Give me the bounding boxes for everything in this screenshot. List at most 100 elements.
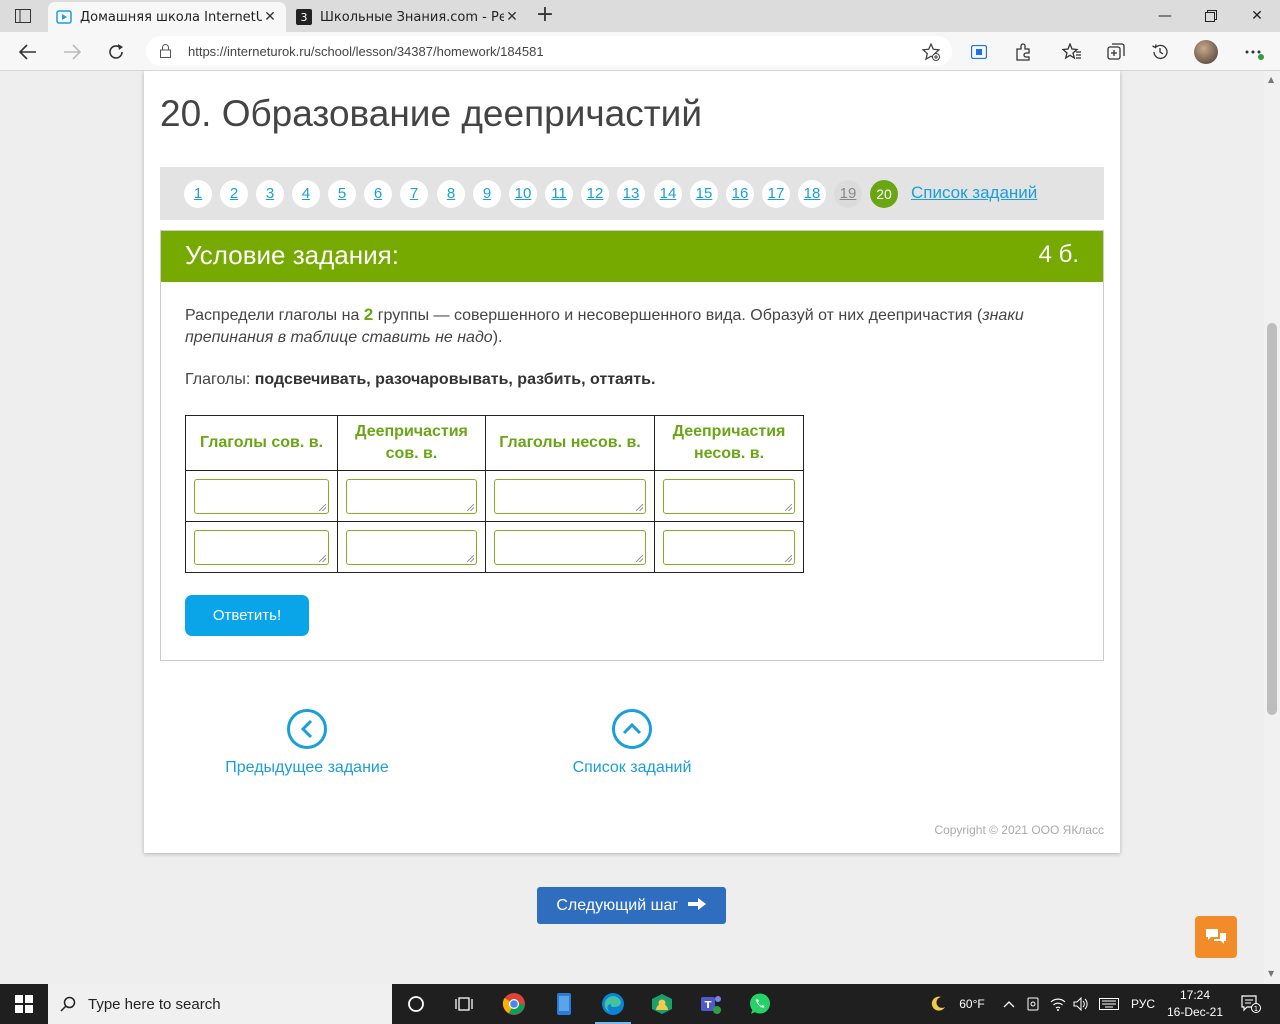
chevron-up-icon[interactable]	[998, 984, 1020, 1024]
teams-icon[interactable]: T	[687, 984, 735, 1024]
task-number-19[interactable]: 19	[834, 180, 862, 208]
edge-icon[interactable]	[589, 984, 637, 1024]
tab-znania[interactable]: 3 Школьные Знания.com - Решае ✕	[288, 2, 528, 32]
browser-toolbar: https://interneturok.ru/school/lesson/34…	[0, 32, 1280, 71]
screen-capture-icon[interactable]	[967, 40, 991, 64]
app-icon[interactable]	[638, 984, 686, 1024]
keyboard-icon[interactable]	[1096, 984, 1122, 1024]
minimize-icon[interactable]: —	[1142, 0, 1188, 32]
task-number-11[interactable]: 11	[545, 180, 573, 208]
answer-input[interactable]	[663, 478, 795, 514]
clock[interactable]: 17:24 16-Dec-21	[1166, 987, 1224, 1021]
task-number-18[interactable]: 18	[798, 180, 826, 208]
column-header: Деепричастия несов. в.	[654, 415, 804, 471]
task-number-5[interactable]: 5	[328, 180, 356, 208]
notification-center-icon[interactable]: 1	[1234, 984, 1268, 1024]
weather-moon-icon[interactable]	[926, 984, 950, 1024]
add-favorite-icon[interactable]	[921, 42, 941, 65]
task-view-icon[interactable]	[440, 984, 488, 1024]
profile-avatar[interactable]	[1194, 40, 1218, 64]
task-list-bottom-link[interactable]: Список заданий	[564, 709, 700, 777]
restore-icon[interactable]	[1188, 0, 1234, 32]
task-number-10[interactable]: 10	[509, 180, 537, 208]
task-number-7[interactable]: 7	[400, 180, 428, 208]
answer-input[interactable]	[346, 478, 477, 514]
windows-start-icon[interactable]	[0, 984, 48, 1024]
lock-icon[interactable]	[160, 44, 174, 58]
task-number-15[interactable]: 15	[690, 180, 718, 208]
submit-answer-button[interactable]: Ответить!	[185, 595, 309, 636]
taskbar-search-box[interactable]: Type here to search	[48, 984, 392, 1024]
answer-input[interactable]	[663, 529, 795, 565]
tab-actions-icon[interactable]	[10, 5, 36, 27]
extensions-icon[interactable]	[1011, 40, 1035, 64]
task-list-label[interactable]: Список заданий	[573, 759, 692, 776]
column-header: Деепричастия сов. в.	[337, 415, 486, 471]
task-number-20[interactable]: 20	[870, 180, 898, 208]
close-tab-icon[interactable]: ✕	[262, 9, 278, 25]
condition-title: Условие задания:	[185, 240, 399, 270]
condition-header: Условие задания: 4 б.	[161, 231, 1103, 282]
task-number-1[interactable]: 1	[184, 180, 212, 208]
scroll-down-icon[interactable]: ▼	[1268, 969, 1274, 978]
task-condition-box: Условие задания: 4 б. Распредели глаголы…	[160, 230, 1104, 661]
task-number-14[interactable]: 14	[654, 180, 682, 208]
task-number-2[interactable]: 2	[220, 180, 248, 208]
close-window-icon[interactable]: ✕	[1234, 0, 1280, 32]
column-header: Глаголы сов. в.	[185, 415, 338, 471]
language-indicator[interactable]: РУС	[1126, 984, 1160, 1024]
tab-interneturok[interactable]: Домашняя школа InternetUrok.r ✕	[48, 2, 286, 32]
task-number-3[interactable]: 3	[256, 180, 284, 208]
settings-more-icon[interactable]	[1242, 40, 1266, 64]
answer-input[interactable]	[194, 529, 329, 565]
notification-count: 1	[1254, 1005, 1258, 1013]
table-row	[185, 521, 804, 573]
close-tab-icon[interactable]: ✕	[504, 9, 520, 25]
favorites-icon[interactable]	[1060, 40, 1084, 64]
task-list-link[interactable]: Список заданий	[911, 183, 1037, 203]
points-badge: 4 б.	[1038, 241, 1079, 268]
previous-task-label[interactable]: Предыдущее задание	[225, 759, 388, 776]
task-number-6[interactable]: 6	[364, 180, 392, 208]
chevron-up-icon[interactable]	[612, 709, 652, 749]
scroll-up-icon[interactable]: ▲	[1268, 75, 1274, 84]
task-number-12[interactable]: 12	[581, 180, 609, 208]
task-number-8[interactable]: 8	[437, 180, 465, 208]
weather-temp[interactable]: 60°F	[952, 984, 992, 1024]
task-number-9[interactable]: 9	[473, 180, 501, 208]
copyright: Copyright © 2021 ООО ЯКласс	[934, 823, 1104, 837]
chrome-icon[interactable]	[490, 984, 538, 1024]
refresh-icon[interactable]	[102, 38, 130, 66]
wifi-icon[interactable]	[1046, 984, 1070, 1024]
answer-input[interactable]	[494, 529, 646, 565]
answer-input[interactable]	[346, 529, 477, 565]
next-step-button[interactable]: Следующий шаг	[537, 887, 726, 924]
phone-app-icon[interactable]	[540, 984, 588, 1024]
answer-input[interactable]	[494, 478, 646, 514]
page-title: 20. Образование деепричастий	[160, 93, 702, 134]
scrollbar-thumb[interactable]	[1267, 323, 1277, 715]
cortana-icon[interactable]	[392, 984, 440, 1024]
device-icon[interactable]	[1022, 984, 1044, 1024]
task-number-16[interactable]: 16	[726, 180, 754, 208]
groups-count: 2	[363, 305, 374, 324]
task-number-13[interactable]: 13	[617, 180, 645, 208]
page-scrollbar[interactable]: ▲ ▼	[1264, 71, 1280, 984]
task-number-4[interactable]: 4	[292, 180, 320, 208]
task-number-nav: 1 2 3 4 5 6 7 8 9 10 11 12 13 14 15 16 17 18 19 20 Список за…	[160, 167, 1104, 220]
collections-icon[interactable]	[1104, 40, 1128, 64]
volume-icon[interactable]	[1070, 984, 1092, 1024]
address-bar[interactable]: https://interneturok.ru/school/lesson/34…	[146, 36, 952, 66]
previous-task-link[interactable]: Предыдущее задание	[222, 709, 392, 777]
new-tab-icon[interactable]: +	[534, 4, 556, 27]
history-icon[interactable]	[1148, 40, 1172, 64]
chat-icon[interactable]	[1195, 916, 1237, 958]
back-icon[interactable]	[14, 38, 42, 66]
task-number-17[interactable]: 17	[762, 180, 790, 208]
task-text-part: группы — совершенного и несовершенного в…	[373, 307, 983, 324]
forward-icon[interactable]	[58, 38, 86, 66]
answer-input[interactable]	[194, 478, 329, 514]
whatsapp-icon[interactable]	[736, 984, 784, 1024]
chevron-left-icon[interactable]	[287, 709, 327, 749]
tab-strip: Домашняя школа InternetUrok.r ✕ 3 Школьн…	[0, 0, 1280, 32]
